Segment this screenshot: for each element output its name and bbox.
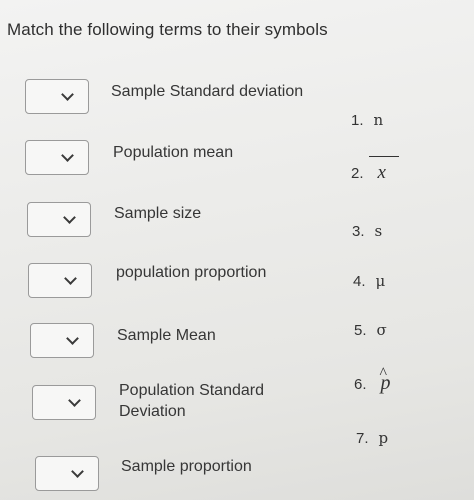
term-2-label: Population mean	[113, 144, 234, 161]
term-5-dropdown[interactable]	[30, 323, 94, 358]
term-6-label: Population Standard Deviation	[119, 380, 264, 422]
circumflex-accent: ^	[379, 365, 388, 382]
symbol-3-glyph: s	[374, 222, 383, 240]
chevron-down-icon	[61, 88, 74, 101]
symbol-4: 4. μ	[353, 272, 386, 290]
symbol-6: 6. ^ p	[354, 365, 391, 394]
term-6-label-line2: Deviation	[119, 403, 186, 420]
question-panel: Match the following terms to their symbo…	[0, 0, 474, 500]
term-5-label: Sample Mean	[117, 327, 216, 344]
question-title: Match the following terms to their symbo…	[7, 20, 328, 39]
symbol-1-glyph: n	[373, 111, 384, 129]
chevron-down-icon	[66, 332, 79, 345]
term-7-dropdown[interactable]	[35, 456, 99, 491]
term-7-label: Sample proportion	[121, 458, 252, 475]
symbol-7: 7. p	[356, 429, 389, 447]
symbol-2-glyph: x	[368, 156, 399, 184]
symbol-7-glyph: p	[378, 429, 389, 447]
term-2-dropdown[interactable]	[25, 140, 89, 175]
term-6-label-line1: Population Standard	[119, 382, 264, 399]
symbol-6-glyph: ^ p	[379, 365, 391, 394]
term-6-dropdown[interactable]	[32, 385, 96, 420]
chevron-down-icon	[61, 149, 74, 162]
chevron-down-icon	[71, 465, 84, 478]
term-1-dropdown[interactable]	[25, 79, 89, 114]
chevron-down-icon	[63, 211, 76, 224]
symbol-1: 1. n	[351, 111, 384, 129]
term-1-label: Sample Standard deviation	[111, 83, 304, 100]
term-3-label: Sample size	[114, 205, 202, 222]
symbol-5: 5. σ	[354, 321, 387, 339]
term-4-dropdown[interactable]	[28, 263, 92, 298]
overline-accent	[368, 156, 399, 157]
chevron-down-icon	[64, 272, 77, 285]
symbol-5-glyph: σ	[376, 321, 387, 339]
term-4-label: population proportion	[116, 264, 267, 281]
term-3-dropdown[interactable]	[27, 202, 91, 237]
symbol-2: 2. x	[351, 156, 399, 184]
symbol-3: 3. s	[352, 222, 383, 240]
symbol-4-glyph: μ	[375, 272, 386, 290]
chevron-down-icon	[68, 394, 81, 407]
